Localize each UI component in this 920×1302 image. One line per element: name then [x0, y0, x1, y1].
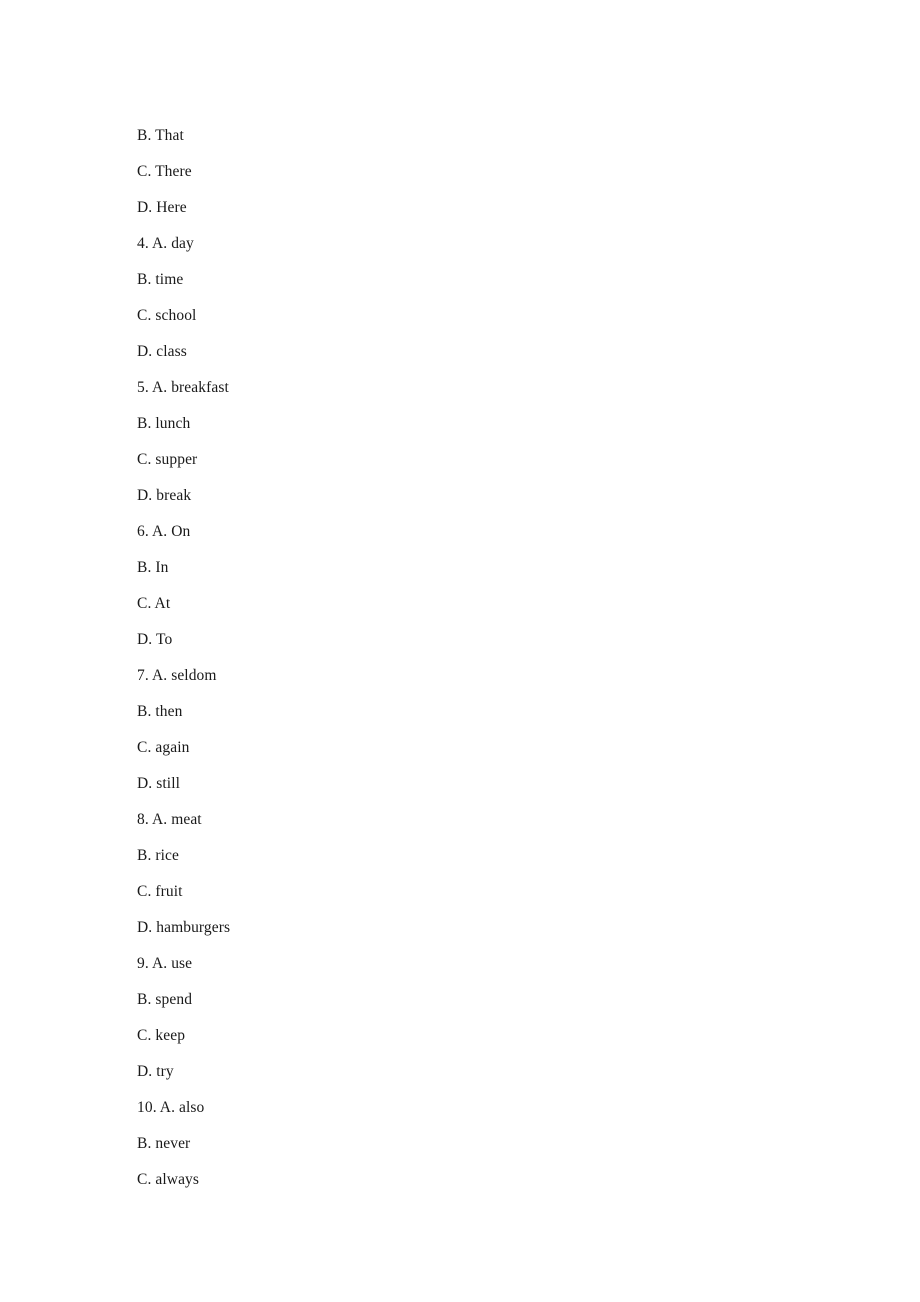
option-line: 10. A. also — [137, 1099, 205, 1116]
option-line: C. At — [137, 595, 171, 612]
option-line: C. fruit — [137, 883, 183, 900]
option-line: D. hamburgers — [137, 919, 231, 936]
option-line: D. try — [137, 1063, 174, 1080]
option-line: 4. A. day — [137, 235, 194, 252]
option-line: B. never — [137, 1135, 191, 1152]
option-line: D. still — [137, 775, 181, 792]
option-line: D. Here — [137, 199, 187, 216]
document-page: B. That C. There D. Here 4. A. day B. time C.… — [0, 0, 920, 1302]
option-line: C. There — [137, 163, 192, 180]
option-line: D. class — [137, 343, 187, 360]
option-line: B. spend — [137, 991, 193, 1008]
option-line: B. then — [137, 703, 183, 720]
option-line: D. break — [137, 487, 192, 504]
option-line: B. That — [137, 127, 184, 144]
option-line: C. always — [137, 1171, 200, 1188]
option-line: B. lunch — [137, 415, 191, 432]
option-line: B. In — [137, 559, 169, 576]
option-line: 7. A. seldom — [137, 667, 217, 684]
option-line: B. rice — [137, 847, 180, 864]
option-line: 5. A. breakfast — [137, 379, 229, 396]
option-line: C. again — [137, 739, 190, 756]
option-line: C. keep — [137, 1027, 186, 1044]
option-line: 6. A. On — [137, 523, 191, 540]
option-line: C. school — [137, 307, 197, 324]
option-line: B. time — [137, 271, 184, 288]
option-line: 9. A. use — [137, 955, 193, 972]
option-line: 8. A. meat — [137, 811, 202, 828]
option-line: C. supper — [137, 451, 198, 468]
option-line: D. To — [137, 631, 173, 648]
multiple-choice-options-list: B. That C. There D. Here 4. A. day B. time C.… — [137, 118, 777, 1198]
